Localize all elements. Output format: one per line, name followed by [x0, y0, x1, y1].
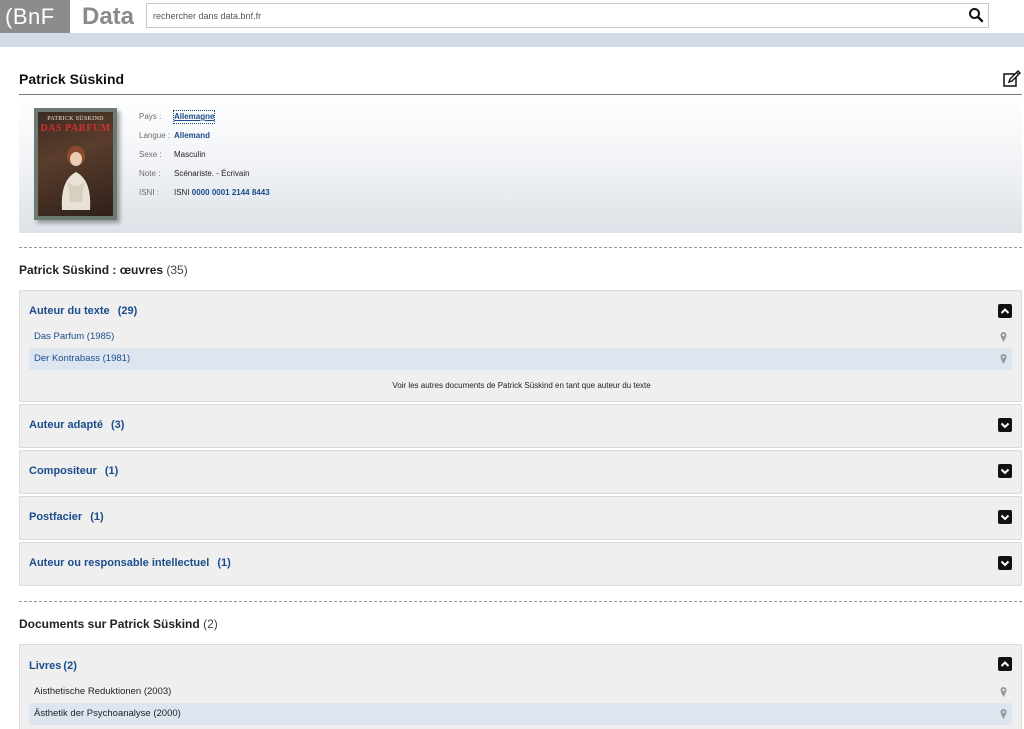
author-info-box: PATRICK SÜSKIND DAS PARFUM Pays : Allema…	[19, 95, 1022, 233]
bnf-logo[interactable]: (BnF	[0, 0, 70, 33]
note-value: Scénariste. - Écrivain	[174, 169, 250, 178]
search-box	[146, 3, 989, 28]
group-count: (3)	[110, 419, 125, 431]
list-item: Ästhetik der Psychoanalyse (2000)	[29, 703, 1012, 725]
isni-prefix: ISNI	[174, 188, 190, 197]
map-pin-icon[interactable]	[1000, 354, 1007, 364]
group-label: Auteur du texte	[29, 305, 110, 317]
expand-toggle-icon[interactable]	[998, 510, 1012, 524]
note-label: Note :	[139, 169, 161, 178]
data-logo[interactable]: Data	[82, 0, 134, 33]
see-more-link[interactable]: Voir les autres documents de Patrick Süs…	[20, 381, 1023, 390]
book-cover-image: PATRICK SÜSKIND DAS PARFUM	[38, 112, 113, 216]
langue-label: Langue :	[139, 131, 171, 140]
cover-author: PATRICK SÜSKIND	[47, 116, 104, 122]
accordion-title-livres[interactable]: Livres (2)	[29, 660, 77, 672]
group-count: (1)	[90, 511, 104, 523]
section-divider	[19, 247, 1022, 248]
book-cover: PATRICK SÜSKIND DAS PARFUM	[34, 108, 117, 220]
documents-count: (2)	[203, 617, 218, 631]
documents-title-text: Documents sur Patrick Süskind	[19, 617, 200, 631]
sexe-label: Sexe :	[139, 150, 162, 159]
accordion-compositeur: Compositeur (1)	[19, 450, 1022, 494]
bnf-logo-text: BnF	[12, 4, 55, 29]
works-section-title: Patrick Süskind : œuvres (35)	[19, 263, 188, 277]
list-item: Das Parfum (1985)	[29, 326, 1012, 348]
group-label: Auteur adapté	[29, 419, 103, 431]
main-panel: Patrick Süskind PATRICK SÜSKIND DAS PARF…	[0, 47, 1024, 729]
group-label: Postfacier	[29, 511, 83, 523]
accordion-title-compositeur[interactable]: Compositeur (1)	[29, 465, 118, 477]
accordion-auteur-responsable: Auteur ou responsable intellectuel (1)	[19, 542, 1022, 586]
map-pin-icon[interactable]	[1000, 709, 1007, 719]
cover-portrait-figure	[61, 146, 91, 210]
documents-section-title: Documents sur Patrick Süskind (2)	[19, 617, 218, 631]
work-link[interactable]: Der Kontrabass (1981)	[34, 348, 130, 370]
isni-label: ISNI :	[139, 188, 160, 197]
accordion-title-auteur-responsable[interactable]: Auteur ou responsable intellectuel (1)	[29, 557, 231, 569]
search-input[interactable]	[147, 4, 957, 27]
list-item: Aisthetische Reduktionen (2003)	[29, 681, 1012, 703]
list-item: Der Kontrabass (1981)	[29, 348, 1012, 370]
isni-value: ISNI 0000 0001 2144 8443	[174, 187, 270, 199]
group-count: (29)	[117, 305, 138, 317]
edit-icon[interactable]	[1002, 69, 1022, 89]
header-sub-bar	[0, 33, 1024, 47]
accordion-auteur-du-texte: Auteur du texte (29) Das Parfum (1985) De…	[19, 290, 1022, 402]
accordion-auteur-adapte: Auteur adapté (3)	[19, 404, 1022, 448]
langue-link[interactable]: Allemand	[174, 130, 210, 142]
work-link[interactable]: Das Parfum (1985)	[34, 326, 114, 348]
accordion-livres: Livres (2) Aisthetische Reduktionen (2003…	[19, 644, 1022, 729]
isni-link[interactable]: 0000 0001 2144 8443	[192, 188, 270, 197]
works-count: (35)	[166, 263, 188, 277]
group-label: Livres	[29, 660, 62, 672]
pays-label: Pays :	[139, 112, 162, 121]
group-count: (1)	[104, 465, 119, 477]
accordion-postfacier: Postfacier (1)	[19, 496, 1022, 540]
group-label: Auteur ou responsable intellectuel	[29, 557, 210, 569]
document-link[interactable]: Aisthetische Reduktionen (2003)	[34, 681, 171, 703]
group-count: (2)	[63, 660, 77, 672]
collapse-toggle-icon[interactable]	[998, 304, 1012, 318]
document-link[interactable]: Ästhetik der Psychoanalyse (2000)	[34, 703, 181, 725]
section-divider	[19, 601, 1022, 602]
sexe-value: Masculin	[174, 150, 206, 159]
search-icon[interactable]	[968, 7, 984, 23]
page-title: Patrick Süskind	[19, 71, 125, 87]
top-bar: (BnF Data	[0, 0, 1024, 33]
pays-link[interactable]: Allemagne	[172, 110, 216, 124]
expand-toggle-icon[interactable]	[998, 418, 1012, 432]
accordion-title-postfacier[interactable]: Postfacier (1)	[29, 511, 104, 523]
works-title-text: Patrick Süskind : œuvres	[19, 263, 164, 277]
expand-toggle-icon[interactable]	[998, 556, 1012, 570]
map-pin-icon[interactable]	[1000, 687, 1007, 697]
accordion-title-auteur-du-texte[interactable]: Auteur du texte (29)	[29, 305, 137, 317]
collapse-toggle-icon[interactable]	[998, 657, 1012, 671]
expand-toggle-icon[interactable]	[998, 464, 1012, 478]
map-pin-icon[interactable]	[1000, 332, 1007, 342]
cover-title: DAS PARFUM	[40, 123, 111, 134]
accordion-title-auteur-adapte[interactable]: Auteur adapté (3)	[29, 419, 124, 431]
group-count: (1)	[217, 557, 231, 569]
group-label: Compositeur	[29, 465, 97, 477]
